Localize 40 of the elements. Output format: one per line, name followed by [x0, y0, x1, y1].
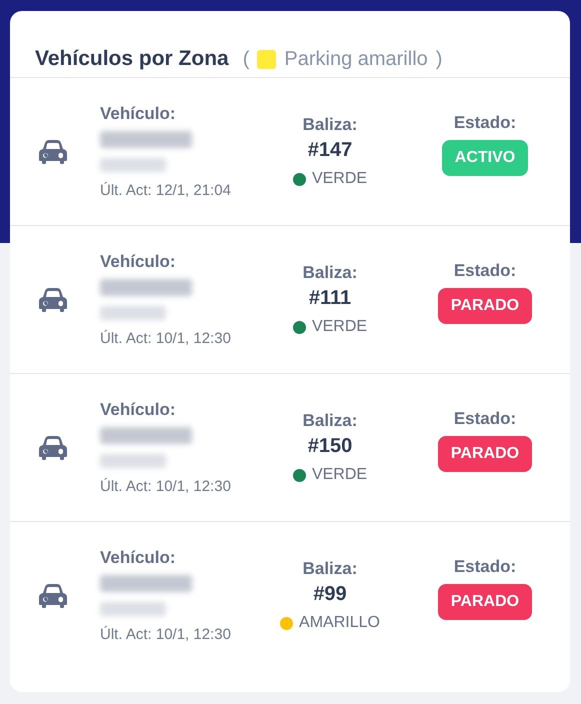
- parenthesis: ): [436, 48, 442, 70]
- beacon-label: Baliza:: [302, 263, 358, 283]
- beacon-number: #99: [313, 583, 347, 606]
- last-update: Últ. Act: 12/1, 21:04: [100, 182, 231, 199]
- blurred-brand: [100, 602, 166, 616]
- last-update: Últ. Act: 10/1, 12:30: [100, 330, 231, 347]
- car-icon: [39, 140, 67, 164]
- vehicle-label: Vehículo:: [100, 548, 176, 568]
- last-update: Últ. Act: 10/1, 12:30: [100, 626, 231, 643]
- beacon-label: Baliza:: [302, 559, 358, 579]
- beacon-label: Baliza:: [302, 411, 358, 431]
- zone-name: Parking amarillo: [284, 48, 428, 70]
- car-icon: [39, 436, 67, 460]
- status-label: Estado:: [454, 261, 516, 281]
- car-icon: [39, 584, 67, 608]
- status-label: Estado:: [454, 557, 516, 577]
- blurred-brand: [100, 158, 166, 172]
- car-icon: [39, 288, 67, 312]
- beacon-number: #111: [308, 287, 352, 310]
- status-badge: PARADO: [438, 288, 532, 324]
- status-label: Estado:: [454, 409, 516, 429]
- beacon-label: Baliza:: [302, 115, 358, 135]
- blurred-brand: [100, 454, 166, 468]
- status-badge: ACTIVO: [442, 140, 528, 176]
- signal-label: VERDE: [312, 318, 368, 336]
- parenthesis: (: [242, 48, 250, 70]
- signal-label: AMARILLO: [299, 614, 380, 632]
- signal-label: VERDE: [312, 466, 368, 484]
- vehicle-label: Vehículo:: [100, 252, 176, 272]
- status-label: Estado:: [454, 113, 516, 133]
- vehicle-label: Vehículo:: [100, 104, 176, 124]
- last-update: Últ. Act: 10/1, 12:30: [100, 478, 231, 495]
- vehicle-label: Vehículo:: [100, 400, 176, 420]
- beacon-number: #147: [308, 139, 352, 162]
- card-title: Vehículos por Zona: [35, 47, 229, 71]
- status-badge: PARADO: [438, 584, 532, 620]
- status-badge: PARADO: [438, 436, 532, 472]
- blurred-brand: [100, 306, 166, 320]
- signal-label: VERDE: [312, 170, 368, 188]
- beacon-number: #150: [308, 435, 352, 458]
